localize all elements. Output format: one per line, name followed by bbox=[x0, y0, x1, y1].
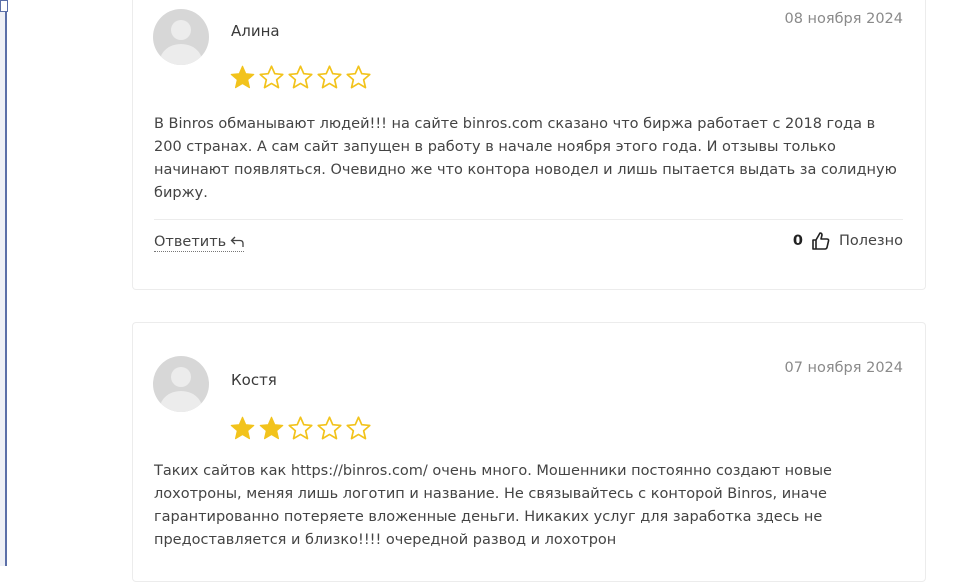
window-left-edge bbox=[0, 0, 8, 566]
rating-stars bbox=[229, 415, 372, 442]
avatar-head bbox=[171, 367, 191, 387]
star-empty-icon bbox=[317, 65, 342, 89]
review-author: Алина bbox=[231, 22, 280, 40]
thumbs-up-icon[interactable] bbox=[811, 231, 831, 251]
reply-label: Ответить bbox=[154, 234, 227, 250]
star-filled-icon bbox=[259, 416, 284, 440]
helpful-block: 0 Полезно bbox=[793, 231, 903, 251]
review-author: Костя bbox=[231, 371, 277, 389]
rating-stars bbox=[229, 64, 372, 91]
review-card: Алина 08 ноября 2024 В Binros обманывают… bbox=[132, 0, 926, 290]
avatar-body bbox=[160, 44, 202, 65]
star-empty-icon bbox=[288, 416, 313, 440]
star-empty-icon bbox=[259, 65, 284, 89]
star-filled-icon bbox=[230, 416, 255, 440]
like-count: 0 bbox=[792, 233, 803, 249]
star-empty-icon bbox=[288, 65, 313, 89]
star-empty-icon bbox=[346, 416, 371, 440]
avatar-body bbox=[160, 391, 202, 412]
star-empty-icon bbox=[317, 416, 342, 440]
star-filled-icon bbox=[230, 65, 255, 89]
helpful-label: Полезно bbox=[838, 233, 903, 249]
review-text: Таких сайтов как https://binros.com/ оче… bbox=[154, 463, 832, 548]
review-card: Костя 07 ноября 2024 Таких сайтов как ht… bbox=[132, 322, 926, 582]
avatar-head bbox=[171, 20, 191, 40]
window-edge-marker bbox=[0, 0, 8, 12]
reply-arrow-icon bbox=[230, 236, 244, 247]
review-date: 08 ноября 2024 bbox=[784, 11, 903, 27]
reply-link[interactable]: Ответить bbox=[154, 234, 245, 252]
review-date: 07 ноября 2024 bbox=[784, 360, 903, 376]
review-text: В Binros обманывают людей!!! на сайте bi… bbox=[154, 116, 897, 201]
star-empty-icon bbox=[346, 65, 371, 89]
divider bbox=[154, 219, 903, 220]
user-avatar-icon bbox=[153, 356, 209, 412]
user-avatar-icon bbox=[153, 9, 209, 65]
